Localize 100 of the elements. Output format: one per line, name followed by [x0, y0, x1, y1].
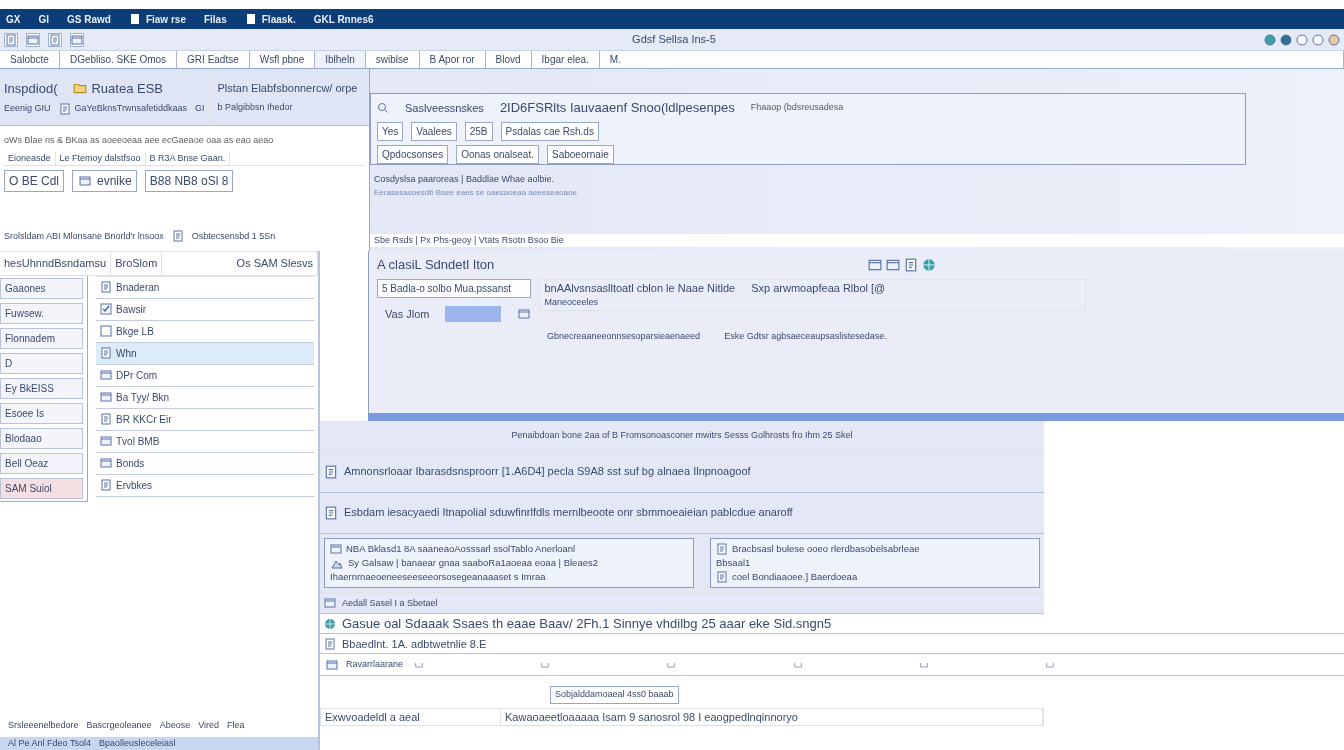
window-icon — [100, 391, 112, 403]
nav-item[interactable]: Bell Oeaz — [0, 452, 83, 474]
toolbar-button[interactable] — [48, 32, 62, 47]
input-field[interactable]: Vaalees — [411, 121, 457, 141]
column-header: Os SAM Slesvs — [232, 252, 318, 275]
window-icon[interactable] — [868, 257, 882, 272]
status-text: Srolsldam ABI Mlonsane Bnorld'r lnsoox — [4, 229, 164, 243]
ruler-label: Ravarrlaarane — [346, 658, 404, 671]
image-icon — [330, 542, 342, 555]
note-text: Cosdyslsa paaroreas | Baddlae Whae aolbie. — [373, 173, 555, 186]
option-button[interactable]: evnike — [72, 170, 137, 192]
document-icon — [58, 102, 71, 115]
input-field[interactable]: Yes — [377, 121, 404, 141]
panel-title: A clasiL Sdndetl Iton — [377, 256, 495, 274]
nav-item[interactable]: D — [0, 352, 83, 374]
image-icon[interactable] — [517, 307, 532, 320]
detail-text: bnAAlvsnsaslltoatl cblon le Naae Nitlde — [544, 280, 736, 296]
body-text: Bbaedlnt. 1A. adbtwetnlie 8.E — [342, 636, 487, 652]
document-icon — [128, 13, 141, 25]
table-cell: Exwvoadeldl a aeal — [321, 708, 501, 726]
menu-item[interactable]: GS Rawd — [67, 11, 111, 27]
detail-text: Sxp arwmoapfeaa Rlbol [@ — [751, 280, 886, 296]
card-text: NBA Bklasd1 8A saaneaoAosssarl ssolTablo Anerloanl — [346, 541, 576, 556]
list-item[interactable]: Whn — [96, 342, 314, 365]
toolbar-button[interactable] — [26, 32, 40, 47]
card-label: Saslveessnskes — [405, 100, 484, 116]
window-icon — [77, 175, 93, 187]
document-icon — [716, 542, 728, 555]
menu-item[interactable]: Flaask. — [261, 11, 296, 27]
file-tag: GI — [194, 102, 205, 116]
document-icon — [324, 464, 338, 479]
window-icon — [27, 33, 39, 46]
column-header: BroSlom — [111, 252, 163, 275]
section-title: Plstan Elabfsbonnercw/ orpe — [217, 81, 358, 96]
status-icon[interactable] — [1312, 33, 1324, 46]
card-subheading: Fhaaop (bdsreusadesa — [750, 101, 844, 114]
footer-link[interactable]: Flea — [227, 719, 245, 733]
filter-button[interactable]: Oonas onalseat. — [456, 144, 539, 164]
intro-text: Penaibdoan bone 2aa of B Fromsonoasconer mwitrs Sesss Golhrosts fro Ihm 25 Skel — [320, 421, 1044, 452]
section-subtitle: b Palgibbsn Ihedor — [217, 100, 294, 114]
input-field[interactable]: 25B — [464, 121, 493, 141]
option-label: Eioneasde — [4, 151, 56, 165]
selection-field[interactable] — [445, 305, 502, 322]
footer-link[interactable]: Bascrgeoleanee — [86, 719, 152, 733]
filter-button[interactable]: Qpdocsonses — [377, 144, 449, 164]
option-button[interactable]: B88 NB8 oSl 8 — [144, 170, 234, 192]
toolbar-button[interactable] — [70, 32, 84, 47]
nav-item[interactable]: Ey BkEISS — [0, 377, 83, 399]
toolbar-button[interactable] — [4, 32, 18, 47]
input-field[interactable]: Psdalas cae Rsh.ds — [500, 121, 599, 141]
globe-icon[interactable] — [922, 257, 936, 272]
menu-item[interactable]: GX — [6, 11, 21, 27]
panel-subtitle: Eeenig GIU — [4, 102, 51, 115]
window-icon — [324, 597, 336, 610]
status-text: Bpaolleusleceleiasl — [98, 736, 176, 750]
checkbox[interactable] — [100, 325, 112, 337]
status-icon[interactable] — [1280, 33, 1292, 46]
window-title: Gdsf Sellsa Ins-5 — [632, 32, 716, 48]
window-icon — [71, 33, 83, 46]
menu-item[interactable]: GI — [38, 11, 49, 27]
section-title: Aedall Sasel I a Sbetael — [342, 596, 438, 610]
status-text: Al Pe Anl Fdeo Tsol4 — [8, 736, 91, 750]
option-label: Le Ftemoy dalstfsoo — [55, 151, 146, 165]
checkbox[interactable] — [100, 303, 112, 315]
card-text: Bracbsasl bulese ooeo rlerdbasobelsabrleae — [732, 541, 920, 556]
document-icon — [716, 571, 728, 584]
nav-item[interactable]: Flonnadem — [0, 327, 83, 349]
document-icon[interactable] — [904, 257, 918, 272]
option-button[interactable]: O BE Cdl — [4, 170, 64, 192]
nav-item[interactable]: Gaaones — [0, 277, 83, 299]
nav-item[interactable]: Fuwsew. — [0, 302, 83, 324]
option-label: B R3A Bnse Gaan. — [145, 151, 231, 165]
window-icon — [324, 658, 340, 671]
document-icon — [171, 230, 184, 243]
footer-link[interactable]: Vired — [198, 719, 219, 733]
menu-item[interactable]: Fiaw rse — [145, 11, 186, 27]
status-icon[interactable] — [1264, 33, 1276, 46]
nav-item[interactable]: SAM Suiol — [0, 477, 83, 499]
menu-item[interactable]: GKL Rnnes6 — [313, 11, 374, 27]
document-icon — [324, 505, 338, 520]
document-icon — [100, 281, 112, 293]
menu-item[interactable]: Filas — [203, 11, 227, 27]
card-text: Ihaernrnaeoeneeseeseeorsosegeanaaaset s Imraa — [330, 570, 546, 584]
detail-footnote: Eske Gdtsr agbsaeceaupsaslistesedase. — [724, 330, 887, 343]
card-text: Sy Galsaw | banaear gnaa saaboRa1aoeaa eoaa | Bleaes2 — [348, 555, 598, 570]
detail-footnote: Gbnecreaaneeonnsesoparsieaenaeed — [547, 330, 701, 343]
nav-item[interactable]: Blodaao — [0, 427, 83, 449]
document-icon — [100, 479, 112, 491]
footer-text: Sbe Rsds | Px Phs-geoy | Vtats Rsotn Bsoo Bie — [370, 233, 1344, 247]
status-icon[interactable] — [1296, 33, 1308, 46]
row-text: Amnonsrloaar Ibarasdsnsproorr [1.A6D4] pecla S9A8 sst suf bg alnaea Ilnpnoagoof — [344, 464, 751, 480]
input-field[interactable]: 5 Badla-o solbo Mua.pssanst — [377, 278, 532, 298]
tab[interactable]: Iblheln — [315, 51, 366, 68]
filter-button[interactable]: Saboeornaie — [547, 144, 614, 164]
search-icon — [377, 101, 389, 114]
nav-item[interactable]: Esoee Is — [0, 402, 83, 424]
footer-link[interactable]: Abeose — [159, 719, 191, 733]
status-icon[interactable] — [1328, 33, 1340, 46]
footer-link[interactable]: Srsleeenelbedore — [8, 719, 79, 733]
window-icon[interactable] — [886, 257, 900, 272]
